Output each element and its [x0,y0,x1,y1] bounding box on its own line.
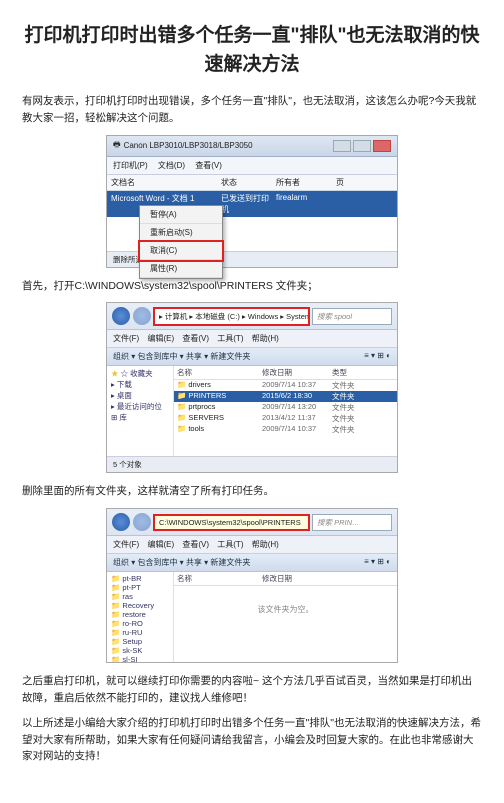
toolbar-right[interactable]: ≡ ▾ ⊞ ◐ [364,557,391,568]
nav-forward-button[interactable] [133,513,151,531]
step2-text: 删除里面的所有文件夹，这样就清空了所有打印任务。 [22,483,482,500]
table-row[interactable]: 📁prtprocs2009/7/14 13:20文件夹 [174,402,397,413]
nav-back-button[interactable] [112,307,130,325]
status-bar: 5 个对象 [107,456,397,472]
window-titlebar: 🖶 Canon LBP3010/LBP3018/LBP3050 [107,136,397,157]
ctx-pause[interactable]: 暂停(A) [140,206,222,224]
sidebar-item[interactable]: 📁 pt-BR [111,574,173,583]
table-row[interactable]: 📁PRINTERS2015/6/2 18:30文件夹 [174,391,397,402]
close-button[interactable] [373,140,391,152]
menu-help[interactable]: 帮助(H) [252,540,279,549]
menu-help[interactable]: 帮助(H) [252,334,279,343]
table-row[interactable]: 📁SERVERS2013/4/12 11:37文件夹 [174,413,397,424]
col-name: 文档名 [111,177,221,188]
search-input[interactable]: 搜索 PRIN… [312,514,392,531]
sidebar-item[interactable]: ★ ☆ 收藏夹 [111,368,173,379]
window-controls [333,140,391,152]
menu-edit[interactable]: 编辑(E) [147,334,174,343]
sidebar-item[interactable]: ▸ 最近访问的位 [111,401,173,412]
explorer-menu-bar: 文件(F) 编辑(E) 查看(V) 工具(T) 帮助(H) [107,330,397,348]
menu-printer[interactable]: 打印机(P) [113,161,148,170]
ctx-cancel[interactable]: 取消(C) [140,242,222,260]
menu-tools[interactable]: 工具(T) [217,540,243,549]
ctx-restart[interactable]: 重新启动(S) [140,224,222,242]
file-list: 名称 修改日期 该文件夹为空。 [174,572,397,662]
job-status: 已发送到打印机 [221,193,276,215]
nav-forward-button[interactable] [133,307,151,325]
explorer-sidebar: 📁 pt-BR📁 pt-PT📁 ras📁 Recovery📁 restore📁 … [107,572,174,662]
sidebar-item[interactable]: 📁 sk-SK [111,646,173,655]
address-bar[interactable]: ▸ 计算机 ▸ 本地磁盘 (C:) ▸ Windows ▸ System32 ▸… [154,308,309,325]
menu-file[interactable]: 文件(F) [113,540,139,549]
step1-text: 首先，打开C:\WINDOWS\system32\spool\PRINTERS … [22,278,482,295]
explorer-sidebar: ★ ☆ 收藏夹 ▸ 下载 ▸ 桌面 ▸ 最近访问的位 ⊞ 库 [107,366,174,456]
menu-view[interactable]: 查看(V) [182,334,209,343]
printer-icon: 🖶 [113,139,121,153]
table-header: 文档名 状态 所有者 页 [107,175,397,191]
menu-edit[interactable]: 编辑(E) [147,540,174,549]
empty-folder-text: 该文件夹为空。 [174,586,397,615]
toolbar-left[interactable]: 组织 ▾ 包含到库中 ▾ 共享 ▾ 新建文件夹 [113,557,250,568]
window-title: Canon LBP3010/LBP3018/LBP3050 [124,141,253,150]
table-row[interactable]: 📁tools2009/7/14 10:37文件夹 [174,424,397,435]
toolbar-right[interactable]: ≡ ▾ ⊞ ◐ [364,351,391,362]
explorer-toolbar: 组织 ▾ 包含到库中 ▾ 共享 ▾ 新建文件夹 ≡ ▾ ⊞ ◐ [107,554,397,572]
col-type: 类型 [332,367,372,378]
sidebar-item[interactable]: 📁 restore [111,610,173,619]
col-status: 状态 [221,177,276,188]
sidebar-item[interactable]: 📁 sl-SI [111,655,173,662]
col-date: 修改日期 [262,573,332,584]
sidebar-item[interactable]: 📁 pt-PT [111,583,173,592]
col-owner: 所有者 [276,177,336,188]
menu-file[interactable]: 文件(F) [113,334,139,343]
col-date: 修改日期 [262,367,332,378]
explorer-toolbar: 组织 ▾ 包含到库中 ▾ 共享 ▾ 新建文件夹 ≡ ▾ ⊞ ◐ [107,348,397,366]
menu-view[interactable]: 查看(V) [182,540,209,549]
step3-text: 之后重启打印机，就可以继续打印你需要的内容啦~ 这个方法几乎百试百灵，当然如果是… [22,673,482,707]
search-input[interactable]: 搜索 spool [312,308,392,325]
toolbar-left[interactable]: 组织 ▾ 包含到库中 ▾ 共享 ▾ 新建文件夹 [113,351,250,362]
sidebar-item[interactable]: ▸ 桌面 [111,390,173,401]
maximize-button[interactable] [353,140,371,152]
col-name: 名称 [177,573,262,584]
page-title: 打印机打印时出错多个任务一直"排队"也无法取消的快速解决方法 [22,22,482,79]
col-pages: 页 [336,177,376,188]
outro-paragraph: 以上所述是小编给大家介绍的打印机打印时出错多个任务一直"排队"也无法取消的快速解… [22,715,482,765]
sidebar-item[interactable]: 📁 ro-RO [111,619,173,628]
figure-explorer-printers: C:\WINDOWS\system32\spool\PRINTERS 搜索 PR… [106,508,398,663]
figure-print-queue: 🖶 Canon LBP3010/LBP3018/LBP3050 打印机(P) 文… [106,135,398,268]
minimize-button[interactable] [333,140,351,152]
job-owner: firealarm [276,193,336,215]
sidebar-item[interactable]: 📁 Recovery [111,601,173,610]
menu-document[interactable]: 文档(D) [158,161,185,170]
menu-view[interactable]: 查看(V) [195,161,222,170]
sidebar-item[interactable]: 📁 ru-RU [111,628,173,637]
sidebar-item[interactable]: 📁 Setup [111,637,173,646]
sidebar-item[interactable]: 📁 ras [111,592,173,601]
file-list: 名称 修改日期 类型 📁drivers2009/7/14 10:37文件夹📁PR… [174,366,397,456]
context-menu: 暂停(A) 重新启动(S) 取消(C) 属性(R) [139,205,223,279]
sidebar-item[interactable]: ⊞ 库 [111,412,173,423]
table-row[interactable]: 📁drivers2009/7/14 10:37文件夹 [174,380,397,391]
menu-bar: 打印机(P) 文档(D) 查看(V) [107,157,397,175]
ctx-properties[interactable]: 属性(R) [140,260,222,278]
address-bar[interactable]: C:\WINDOWS\system32\spool\PRINTERS [154,515,309,530]
figure-explorer-spool: ▸ 计算机 ▸ 本地磁盘 (C:) ▸ Windows ▸ System32 ▸… [106,302,398,473]
nav-back-button[interactable] [112,513,130,531]
explorer-menu-bar: 文件(F) 编辑(E) 查看(V) 工具(T) 帮助(H) [107,536,397,554]
intro-paragraph: 有网友表示，打印机打印时出现错误，多个任务一直"排队"，也无法取消，这该怎么办呢… [22,93,482,127]
col-name: 名称 [177,367,262,378]
menu-tools[interactable]: 工具(T) [217,334,243,343]
sidebar-item[interactable]: ▸ 下载 [111,379,173,390]
